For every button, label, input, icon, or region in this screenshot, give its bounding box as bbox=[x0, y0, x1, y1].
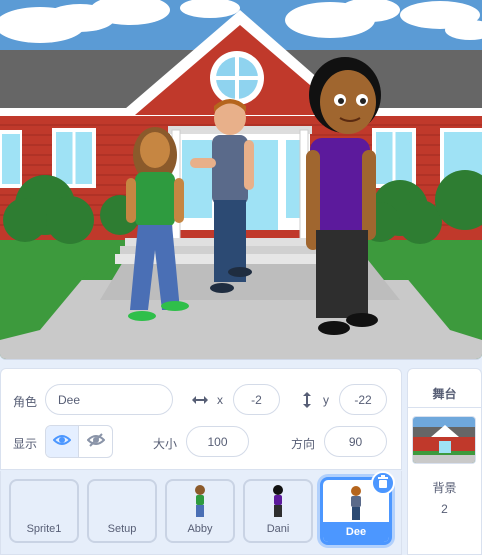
show-label: 显示 bbox=[13, 437, 38, 451]
hide-button[interactable] bbox=[79, 426, 112, 457]
sprite-tile-label: Abby bbox=[187, 523, 213, 535]
sprite-tile-label: Setup bbox=[107, 523, 137, 535]
stage-title: 舞台 bbox=[432, 387, 457, 401]
sprite-tile-abby[interactable]: Abby bbox=[165, 479, 235, 543]
dani-thumbnail bbox=[271, 485, 285, 522]
sprite-name-label: 角色 bbox=[13, 395, 38, 409]
sprite-tile-sprite1[interactable]: Sprite1 bbox=[9, 479, 79, 543]
y-input[interactable]: -22 bbox=[339, 384, 387, 415]
eye-slash-icon bbox=[86, 432, 105, 451]
abby-thumbnail bbox=[193, 485, 207, 522]
stage-thumbnail[interactable] bbox=[412, 416, 476, 464]
sprite-info-panel: 角色 Dee x -2 y -22 显示 大小 100 方向 90 bbox=[0, 368, 402, 470]
sprite-tile-label: Sprite1 bbox=[26, 523, 62, 535]
size-label: 大小 bbox=[153, 437, 178, 451]
direction-input[interactable]: 90 bbox=[324, 426, 387, 457]
stage-canvas[interactable] bbox=[0, 0, 482, 360]
sprite-tile-label: Dani bbox=[266, 523, 290, 535]
dee-thumbnail bbox=[348, 486, 364, 525]
x-label: x bbox=[217, 393, 223, 407]
sprite-name-input[interactable]: Dee bbox=[45, 384, 173, 415]
stage-scene bbox=[0, 0, 482, 359]
vertical-arrows-icon bbox=[298, 391, 316, 409]
sprite-list: Sprite1 Setup Abby Dani Dee bbox=[0, 471, 402, 555]
sprite-tile-label: Dee bbox=[323, 522, 389, 542]
x-input[interactable]: -2 bbox=[233, 384, 280, 415]
eye-icon bbox=[52, 433, 72, 450]
sprite-tile-setup[interactable]: Setup bbox=[87, 479, 157, 543]
horizontal-arrows-icon bbox=[191, 391, 209, 409]
y-label: y bbox=[323, 393, 329, 407]
size-input[interactable]: 100 bbox=[186, 426, 249, 457]
trash-icon bbox=[377, 475, 389, 491]
delete-sprite-button[interactable] bbox=[371, 471, 395, 495]
visibility-toggle bbox=[45, 425, 113, 458]
sprite-tile-dani[interactable]: Dani bbox=[243, 479, 313, 543]
show-button[interactable] bbox=[46, 426, 80, 457]
divider bbox=[408, 407, 481, 408]
backdrops-count: 2 bbox=[441, 502, 448, 516]
stage-selector[interactable]: 舞台 背景 2 bbox=[407, 368, 482, 555]
backdrops-label: 背景 bbox=[432, 481, 457, 495]
direction-label: 方向 bbox=[291, 437, 316, 451]
